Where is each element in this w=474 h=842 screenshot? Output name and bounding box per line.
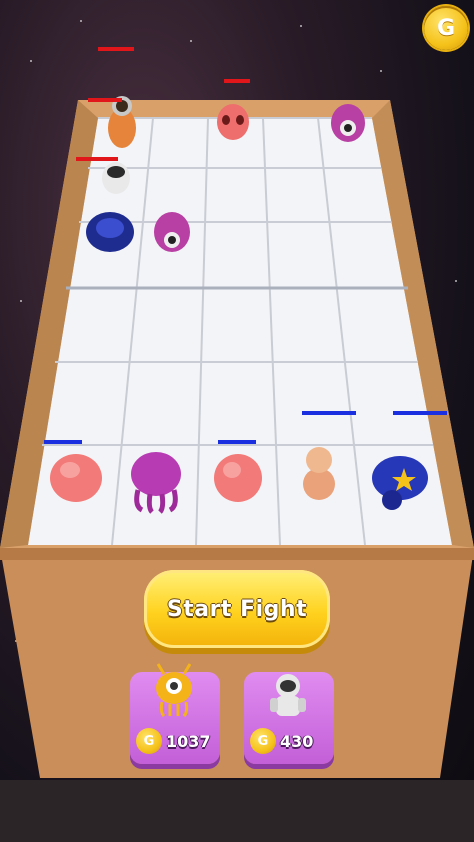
buy-astronaut-button[interactable]: G 430: [244, 672, 334, 764]
astronaut-icon: [270, 674, 306, 716]
alien-icon: [156, 663, 192, 718]
player-pink-blob-1[interactable]: [44, 440, 102, 502]
start-fight-label: Start Fight: [166, 596, 308, 622]
coin-icon[interactable]: G: [424, 6, 468, 50]
player-blue-police-brute[interactable]: [372, 411, 447, 510]
player-bald-humanoid[interactable]: [302, 411, 356, 500]
alien-price: 1037: [166, 731, 211, 751]
buy-alien-button[interactable]: G 1037: [130, 663, 220, 764]
player-purple-octopus[interactable]: [131, 452, 181, 514]
player-units: [44, 411, 447, 514]
coin-icon: G: [250, 728, 276, 754]
coin-symbol: G: [436, 15, 456, 41]
coin-icon: G: [136, 728, 162, 754]
player-pink-blob-2[interactable]: [214, 440, 262, 502]
astronaut-price: 430: [280, 731, 314, 751]
start-fight-button[interactable]: Start Fight: [144, 570, 330, 648]
